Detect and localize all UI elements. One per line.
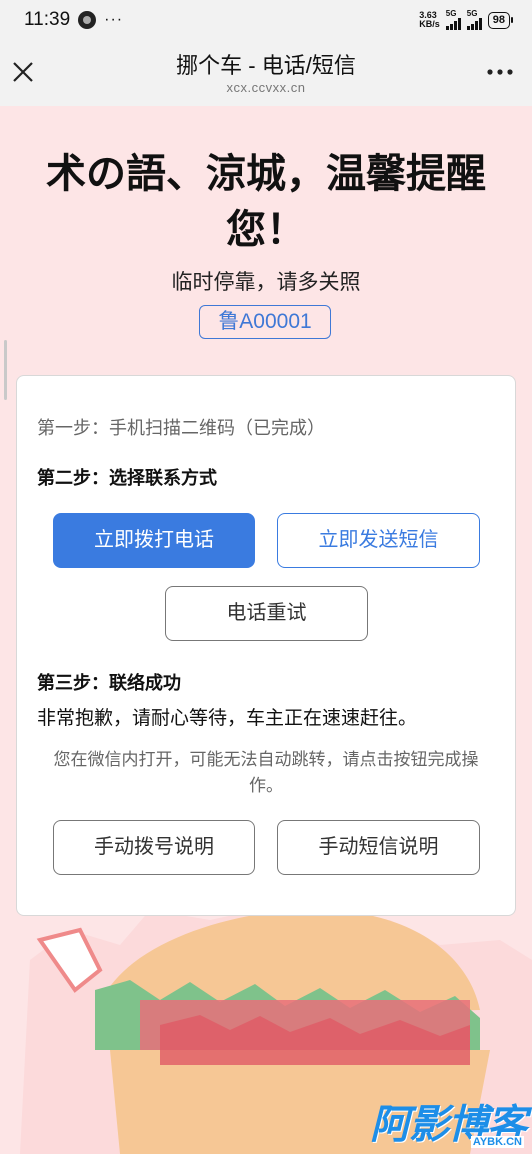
contact-card: 第一步：手机扫描二维码（已完成） 第二步：选择联系方式 立即拨打电话 立即发送短… [16,375,516,916]
page-title: 挪个车 - 电话/短信 [176,53,356,78]
status-bar: 11:39 ··· 3.63 KB/s 5G 5G 98 [0,0,532,40]
status-overflow-dots: ··· [104,11,124,28]
manual-sms-guide-button[interactable]: 手动短信说明 [277,820,480,875]
apology-text: 非常抱歉，请耐心等待，车主正在速速赶往。 [37,708,418,729]
status-time: 11:39 [24,9,71,30]
wechat-note: 您在微信内打开，可能无法自动跳转，请点击按钮完成操作。 [53,750,479,795]
status-right: 3.63 KB/s 5G 5G 98 [419,9,514,30]
webview-header: 挪个车 - 电话/短信 xcx.ccvxx.cn [0,40,532,106]
watermark-domain: AYBK.CN [470,1136,524,1148]
signal-sim2-icon: 5G [466,9,482,30]
watermark-logo: 阿影博客 AYBK.CN [370,1092,527,1150]
step-three-heading: 第三步：联络成功 [37,673,181,693]
sim2-label: 5G [466,9,478,18]
step-one-text: 第一步：手机扫描二维码（已完成） [37,418,325,438]
more-button[interactable] [484,56,516,88]
greeting-subtitle: 临时停靠，请多关照 [171,271,361,294]
send-sms-button[interactable]: 立即发送短信 [277,513,480,568]
more-icon [487,69,513,75]
step-two-heading: 第二步：选择联系方式 [37,468,217,488]
status-left: 11:39 ··· [24,9,123,31]
call-retry-button[interactable]: 电话重试 [165,586,368,641]
signal-sim1-icon: 5G [445,9,461,30]
page-url: xcx.ccvxx.cn [226,80,306,95]
manual-dial-guide-button[interactable]: 手动拨号说明 [53,820,255,875]
recording-icon [78,11,97,29]
battery-icon: 98 [487,11,514,29]
greeting-heading: 术の語、涼城，温馨提醒您！ [46,152,486,252]
network-speed-unit: KB/s [419,19,440,29]
network-speed: 3.63 KB/s [419,11,440,29]
sim1-label: 5G [445,9,457,18]
plate-number-badge: 鲁A00001 [199,305,331,339]
scroll-handle[interactable] [4,340,7,400]
call-now-button[interactable]: 立即拨打电话 [53,513,255,568]
